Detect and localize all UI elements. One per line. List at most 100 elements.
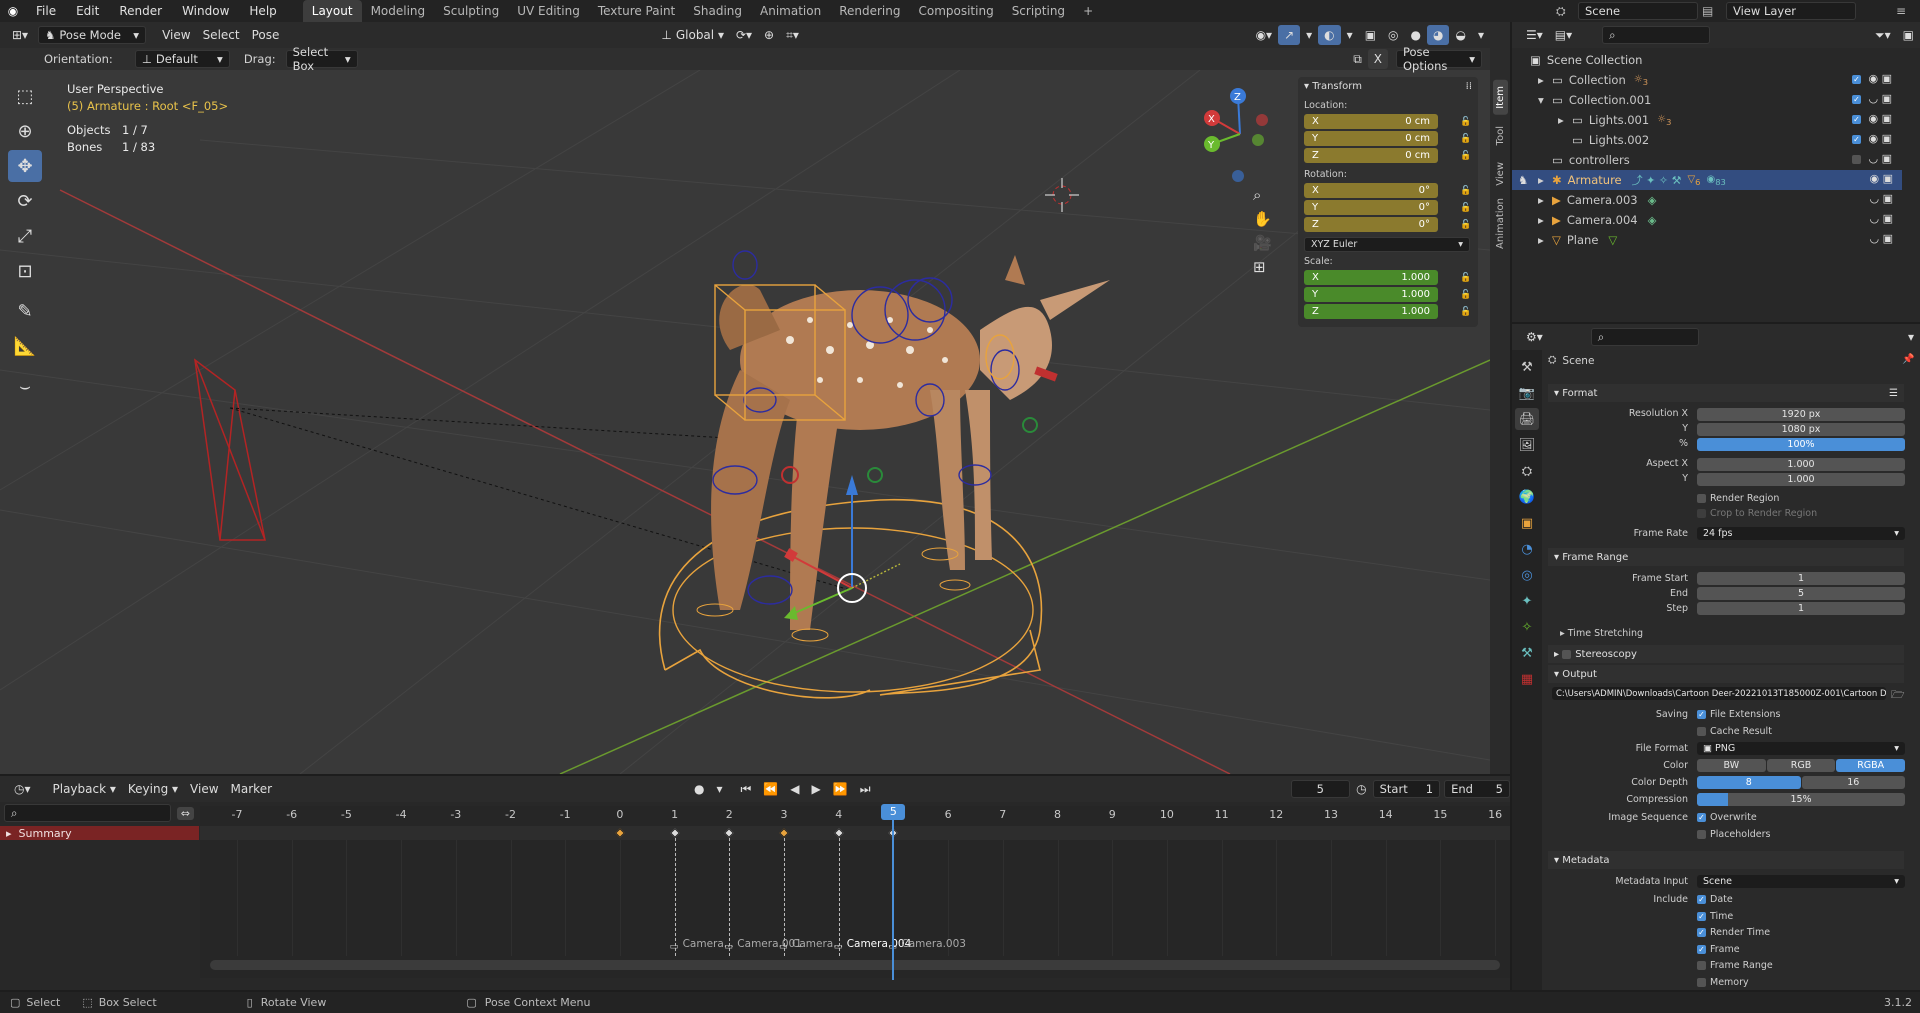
eye-icon[interactable]: ◉: [1869, 132, 1879, 145]
frame-start-field[interactable]: 1: [1697, 572, 1905, 585]
add-workspace-icon[interactable]: +: [1074, 0, 1102, 22]
expand-icon[interactable]: ▸: [1538, 213, 1552, 227]
playhead-frame-label[interactable]: 5: [881, 804, 906, 820]
presets-icon[interactable]: ☰: [1889, 388, 1898, 399]
resolution-percent-slider[interactable]: 100%: [1697, 438, 1905, 451]
location-x-field[interactable]: X0 cm: [1304, 114, 1438, 129]
camera-view-icon[interactable]: 🎥: [1253, 234, 1272, 252]
stereoscopy-checkbox[interactable]: [1562, 649, 1572, 659]
menu-view[interactable]: View: [156, 25, 196, 45]
data-tab-icon[interactable]: ✧: [1515, 616, 1539, 638]
frame-range-section-header[interactable]: ▾ Frame Range: [1548, 548, 1904, 566]
frame-rate-dropdown[interactable]: 24 fps ▾: [1697, 527, 1905, 540]
workspace-tab-sculpting[interactable]: Sculpting: [434, 0, 508, 22]
prev-keyframe-icon[interactable]: ⏪: [757, 779, 784, 799]
shading-wireframe-icon[interactable]: ◎: [1382, 25, 1404, 45]
foot-controller[interactable]: [791, 628, 829, 642]
outliner-row-camera-004[interactable]: ▸ ▶ Camera.004 ◈: [1512, 210, 1902, 230]
collapse-icon[interactable]: ▾: [1538, 93, 1552, 107]
exclude-checkbox[interactable]: ✓: [1852, 134, 1861, 144]
shading-solid-icon[interactable]: ●: [1405, 25, 1427, 45]
mode-selector[interactable]: ♞ Pose Mode ▾: [38, 26, 147, 44]
ik-target[interactable]: [1022, 417, 1038, 433]
menu-file[interactable]: File: [26, 0, 66, 22]
file-format-dropdown[interactable]: ▣ PNG ▾: [1697, 742, 1905, 755]
cursor-tool-icon[interactable]: ⊕: [8, 115, 42, 147]
outliner-row-collection-001[interactable]: ▾ ▭ Collection.001: [1512, 90, 1902, 110]
eye-icon[interactable]: ◉: [1869, 112, 1879, 125]
expand-icon[interactable]: ▸: [1538, 173, 1552, 187]
transform-orientation-dropdown[interactable]: ⊥ Global ▾: [655, 25, 730, 45]
world-tab-icon[interactable]: 🌍: [1515, 486, 1539, 508]
lock-icon[interactable]: 🔓: [1460, 151, 1471, 161]
end-frame-field[interactable]: End 5: [1444, 780, 1510, 798]
sidebar-tab-item[interactable]: Item: [1493, 80, 1508, 115]
metadata-time-checkbox[interactable]: ✓ Time: [1697, 909, 1733, 923]
view-layer-options-icon[interactable]: ≡: [1896, 4, 1920, 18]
timeline-menu-keying[interactable]: Keying ▾: [122, 779, 184, 799]
next-keyframe-icon[interactable]: ⏩: [827, 779, 854, 799]
scale-x-field[interactable]: X 1.000: [1304, 270, 1438, 285]
filter-icon[interactable]: ⏷▾: [1869, 25, 1897, 45]
shading-material-icon[interactable]: ◕: [1427, 25, 1450, 45]
workspace-tab-rendering[interactable]: Rendering: [830, 0, 909, 22]
render-camera-icon[interactable]: ▣: [1883, 192, 1893, 205]
pose-options-dropdown[interactable]: Pose Options ▾: [1396, 45, 1482, 73]
tool-tab-icon[interactable]: ⚒: [1515, 356, 1539, 378]
outliner-editor-type-icon[interactable]: ☰▾: [1520, 25, 1549, 45]
measure-tool-icon[interactable]: 📐: [8, 330, 42, 362]
constraint-tab-icon[interactable]: ✦: [1515, 590, 1539, 612]
visibility-icon[interactable]: ◉▾: [1250, 25, 1279, 45]
file-extensions-checkbox[interactable]: ✓ File Extensions: [1697, 707, 1781, 721]
output-section-header[interactable]: ▾ Output: [1548, 665, 1904, 683]
playhead[interactable]: [892, 804, 895, 980]
scene-selector[interactable]: Scene: [1578, 2, 1698, 20]
camera-object[interactable]: [194, 358, 266, 541]
expand-icon[interactable]: ▸: [1538, 233, 1552, 247]
workspace-tab-animation[interactable]: Animation: [751, 0, 830, 22]
overwrite-checkbox[interactable]: ✓ Overwrite: [1697, 810, 1757, 824]
orientation-dropdown[interactable]: ⊥ Default ▾: [134, 50, 230, 68]
resolution-x-field[interactable]: 1920 px: [1697, 408, 1905, 421]
properties-search-input[interactable]: ⌕: [1590, 328, 1699, 346]
eye-closed-icon[interactable]: ◡: [1869, 92, 1879, 105]
render-camera-icon[interactable]: ▣: [1882, 112, 1892, 125]
rotation-y-field[interactable]: Y 0°: [1304, 200, 1438, 215]
outliner-row-armature[interactable]: ♞ ▸ ✱ Armature ⤴ ✦ ✧ ⚒ ▽6 ◉83: [1512, 170, 1902, 190]
render-camera-icon[interactable]: ▣: [1882, 152, 1892, 165]
metadata-memory-checkbox[interactable]: Memory: [1697, 975, 1749, 989]
workspace-tab-uv-editing[interactable]: UV Editing: [508, 0, 589, 22]
snap-options-dropdown[interactable]: ⌗▾: [780, 25, 805, 45]
zoom-icon[interactable]: ⌕: [1253, 186, 1272, 204]
compression-slider[interactable]: 15%: [1697, 793, 1905, 806]
shading-rendered-icon[interactable]: ◒: [1449, 25, 1471, 45]
lock-icon[interactable]: 🔓: [1460, 307, 1471, 317]
rotation-mode-dropdown[interactable]: XYZ Euler ▾: [1304, 237, 1470, 252]
pan-hand-icon[interactable]: ✋: [1253, 210, 1272, 228]
depth-8-option[interactable]: 8: [1697, 776, 1801, 789]
time-stretching-subpanel[interactable]: ▸ Time Stretching: [1560, 626, 1643, 640]
x-mirror-toggle[interactable]: X: [1367, 49, 1388, 69]
color-rgb-option[interactable]: RGB: [1766, 759, 1836, 772]
exclude-checkbox[interactable]: ✓: [1852, 114, 1861, 124]
workspace-tab-compositing[interactable]: Compositing: [909, 0, 1002, 22]
timeline-scrollbar[interactable]: [210, 960, 1500, 970]
frame-end-field[interactable]: 5: [1697, 587, 1905, 600]
expand-icon[interactable]: ▸: [1558, 113, 1572, 127]
menu-edit[interactable]: Edit: [66, 0, 109, 22]
modifier-tab-icon[interactable]: ◔: [1515, 538, 1539, 560]
xray-toggle-icon[interactable]: ▣: [1359, 25, 1382, 45]
ortho-grid-icon[interactable]: ⊞: [1253, 258, 1272, 276]
blender-logo-icon[interactable]: ◉: [0, 4, 26, 18]
output-tab-icon[interactable]: 🖨: [1515, 408, 1539, 430]
exclude-checkbox[interactable]: ✓: [1852, 94, 1861, 104]
workspace-tab-layout[interactable]: Layout: [302, 0, 362, 22]
menu-help[interactable]: Help: [239, 0, 286, 22]
gizmo-options-dropdown[interactable]: ▾: [1300, 25, 1318, 45]
view-layer-tab-icon[interactable]: 🖼: [1515, 434, 1539, 456]
depth-16-option[interactable]: 16: [1801, 776, 1905, 789]
expand-icon[interactable]: ▸: [1538, 193, 1552, 207]
menu-window[interactable]: Window: [172, 0, 239, 22]
lock-icon[interactable]: 🔓: [1460, 273, 1471, 283]
cache-result-checkbox[interactable]: Cache Result: [1697, 724, 1772, 738]
